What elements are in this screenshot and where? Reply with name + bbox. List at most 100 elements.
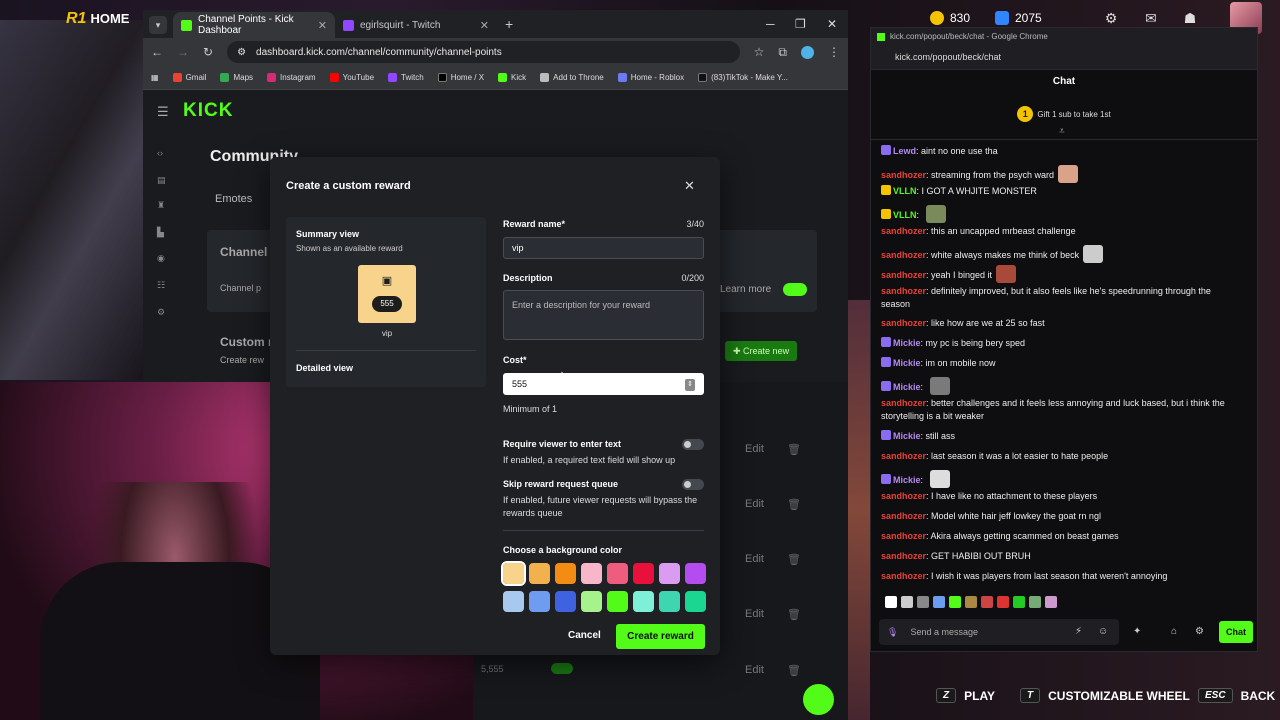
emote-icon[interactable] <box>949 596 961 608</box>
sidebar-chart-icon[interactable]: ▤ <box>157 175 167 185</box>
color-swatch[interactable] <box>529 563 550 584</box>
tab-channel-points[interactable]: Channel Points - Kick Dashboar ✕ <box>173 12 335 38</box>
bookmark-roblox[interactable]: Home - Roblox <box>617 73 684 82</box>
emote-icon[interactable] <box>1029 596 1041 608</box>
profile-icon[interactable] <box>801 45 814 59</box>
skip-queue-toggle[interactable] <box>682 479 704 490</box>
emote-icon[interactable] <box>933 596 945 608</box>
chat-username[interactable]: sandhozer <box>881 531 926 541</box>
bookmark-youtube[interactable]: YouTube <box>329 73 374 82</box>
menu-icon[interactable]: ⋮ <box>828 45 840 59</box>
learn-more-link[interactable]: Learn more <box>720 284 771 295</box>
chat-username[interactable]: sandhozer <box>881 226 926 236</box>
url-field[interactable]: ⚙ dashboard.kick.com/channel/community/c… <box>227 41 740 63</box>
edit-button[interactable]: Edit <box>745 443 764 455</box>
chat-username[interactable]: sandhozer <box>881 318 926 328</box>
edit-button[interactable]: Edit <box>745 664 764 676</box>
color-swatch[interactable] <box>607 563 628 584</box>
channel-points-toggle[interactable] <box>783 283 807 296</box>
chat-username[interactable]: sandhozer <box>881 170 926 180</box>
emote-icon[interactable] <box>917 596 929 608</box>
new-tab-button[interactable]: + <box>505 16 513 32</box>
edit-button[interactable]: Edit <box>745 608 764 620</box>
bookmark-star-icon[interactable]: ☆ <box>754 45 765 59</box>
bookmark-twitch[interactable]: Twitch <box>388 73 424 82</box>
create-new-button[interactable]: ✚ Create new <box>725 341 798 361</box>
emote-icon[interactable] <box>1013 596 1025 608</box>
cost-input[interactable]: 555 ⇕ <box>503 373 704 395</box>
color-swatch[interactable] <box>555 591 576 612</box>
emote-menu-icon[interactable]: ✦ <box>1133 626 1141 637</box>
color-swatch[interactable] <box>581 563 602 584</box>
close-tab-icon[interactable]: ✕ <box>318 19 327 32</box>
gift-sub-banner[interactable]: 1 Gift 1 sub to take 1st <box>871 106 1257 122</box>
chat-username[interactable]: VLLN <box>893 186 917 196</box>
chat-username[interactable]: Mickie <box>893 475 921 485</box>
bookmark-kick[interactable]: Kick <box>498 73 526 82</box>
chat-username[interactable]: sandhozer <box>881 551 926 561</box>
chat-username[interactable]: sandhozer <box>881 398 926 408</box>
extensions-icon[interactable]: ⧉ <box>778 45 787 60</box>
back-icon[interactable]: ← <box>151 45 163 59</box>
trash-icon[interactable]: 🗑 <box>787 608 801 621</box>
color-swatch[interactable] <box>607 591 628 612</box>
color-swatch[interactable] <box>659 591 680 612</box>
tab-emotes[interactable]: Emotes <box>215 193 252 205</box>
emote-icon[interactable] <box>997 596 1009 608</box>
color-swatch[interactable] <box>503 591 524 612</box>
trash-icon[interactable]: 🗑 <box>787 553 801 566</box>
edit-button[interactable]: Edit <box>745 553 764 565</box>
close-icon[interactable]: ✕ <box>684 178 695 194</box>
mic-icon[interactable]: 🎙 <box>887 627 898 638</box>
chat-username[interactable]: sandhozer <box>881 250 926 260</box>
color-swatch[interactable] <box>659 563 680 584</box>
sidebar-community-icon[interactable]: ▙ <box>157 227 167 237</box>
color-swatch[interactable] <box>501 561 526 586</box>
color-swatch[interactable] <box>685 591 706 612</box>
bookmark-tiktok[interactable]: (83)TikTok - Make Y... <box>698 73 788 82</box>
edit-button[interactable]: Edit <box>745 498 764 510</box>
bookmark-maps[interactable]: Maps <box>220 73 253 82</box>
forward-icon[interactable]: → <box>177 45 189 59</box>
color-swatch[interactable] <box>581 591 602 612</box>
chat-username[interactable]: Mickie <box>893 431 921 441</box>
chat-username[interactable]: VLLN <box>893 210 917 220</box>
bookmark-throne[interactable]: Add to Throne <box>540 73 604 82</box>
hamburger-menu-icon[interactable]: ☰ <box>157 104 169 120</box>
collapse-icon[interactable]: ⩡ <box>1059 126 1065 137</box>
chat-send-button[interactable]: Chat <box>1219 621 1253 643</box>
sidebar-trophy-icon[interactable]: ♜ <box>157 200 167 210</box>
sidebar-code-icon[interactable]: ‹› <box>157 148 167 158</box>
chat-input[interactable]: 🎙 Send a message <box>879 619 1119 645</box>
close-tab-icon[interactable]: ✕ <box>480 19 489 32</box>
chat-username[interactable]: Lewd <box>893 146 916 156</box>
chat-username[interactable]: sandhozer <box>881 286 926 296</box>
color-swatch[interactable] <box>633 563 654 584</box>
reload-icon[interactable]: ↻ <box>203 45 213 59</box>
chat-username[interactable]: sandhozer <box>881 491 926 501</box>
create-reward-button[interactable]: Create reward <box>616 624 705 649</box>
color-swatch[interactable] <box>555 563 576 584</box>
trash-icon[interactable]: 🗑 <box>787 498 801 511</box>
emote-icon[interactable] <box>901 596 913 608</box>
chat-username[interactable]: sandhozer <box>881 511 926 521</box>
bookmark-instagram[interactable]: Instagram <box>267 73 316 82</box>
apps-icon[interactable]: ▦ <box>151 73 159 82</box>
chat-username[interactable]: Mickie <box>893 358 921 368</box>
emote-icon[interactable] <box>1045 596 1057 608</box>
trash-icon[interactable]: 🗑 <box>787 443 801 456</box>
sidebar-camera-icon[interactable]: ◉ <box>157 253 167 263</box>
bookmark-gmail[interactable]: Gmail <box>172 73 206 82</box>
chat-username[interactable]: sandhozer <box>881 270 926 280</box>
require-text-toggle[interactable] <box>682 439 704 450</box>
color-swatch[interactable] <box>633 591 654 612</box>
bookmark-x[interactable]: Home / X <box>437 73 484 82</box>
minimize-icon[interactable]: ─ <box>766 17 775 31</box>
emote-icon[interactable] <box>981 596 993 608</box>
cancel-button[interactable]: Cancel <box>568 630 601 641</box>
emoji-icon[interactable]: ☺ <box>1098 626 1108 637</box>
support-chat-button[interactable] <box>803 684 834 715</box>
emote-icon[interactable] <box>965 596 977 608</box>
store-icon[interactable]: ⌂ <box>1171 626 1177 637</box>
maximize-icon[interactable]: ❐ <box>795 17 806 31</box>
